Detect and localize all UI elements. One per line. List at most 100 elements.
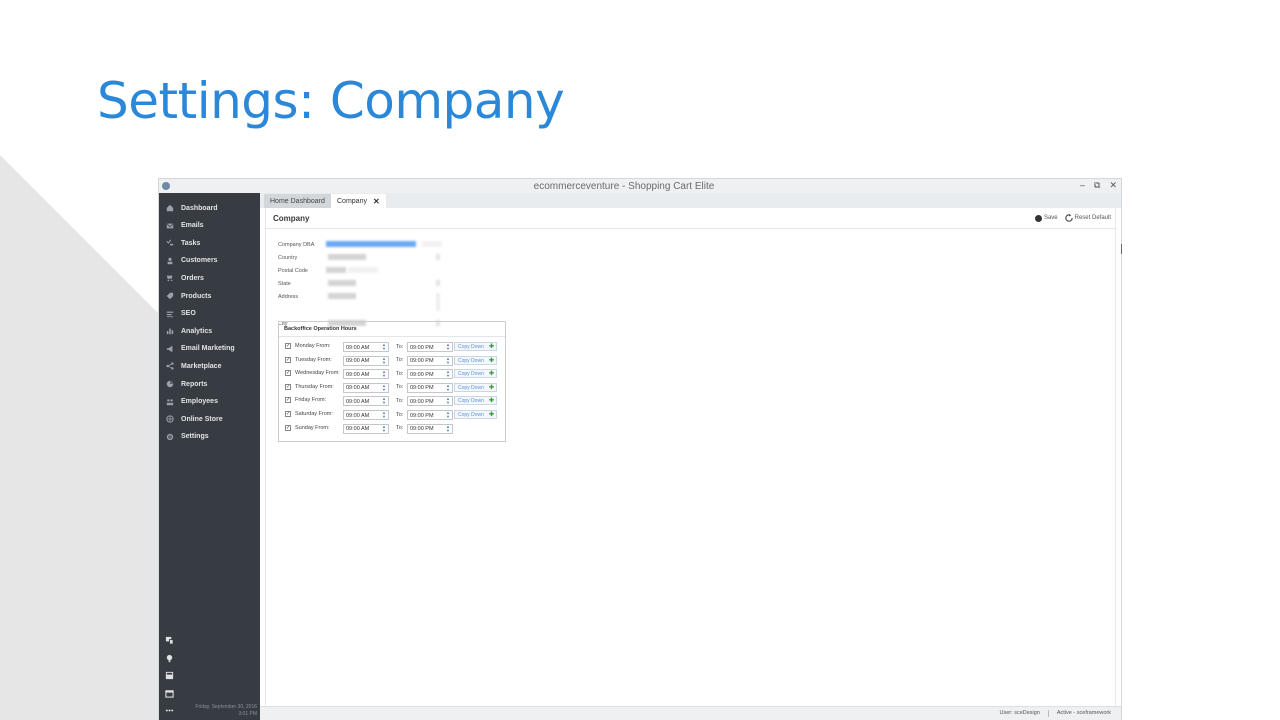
tab-home-dashboard[interactable]: Home Dashboard [264, 194, 331, 208]
spinner-icon[interactable]: ▲ ▼ [446, 424, 450, 433]
spinner-icon[interactable]: ▲ ▼ [446, 356, 450, 365]
restore-icon[interactable]: ⧉ [1094, 180, 1100, 191]
state-select[interactable] [326, 279, 442, 288]
company-dba-field[interactable] [326, 240, 442, 249]
address-field[interactable] [326, 292, 442, 320]
sidebar-item-tasks[interactable]: Tasks [165, 236, 257, 250]
to-label: To: [396, 397, 404, 404]
tab-label: Company [337, 197, 367, 205]
copy-down-button[interactable]: Copy Down ✚ [454, 410, 497, 419]
sidebar-item-customers[interactable]: Customers [165, 254, 257, 268]
calendar-icon[interactable] [165, 689, 174, 698]
to-time-value: 09:00 PM [410, 398, 434, 405]
from-time-input[interactable]: 09:00 AM ▲ ▼ [343, 382, 389, 393]
close-window-icon[interactable]: ✕ [1109, 180, 1117, 191]
sidebar-item-analytics[interactable]: Analytics [165, 324, 257, 338]
company-dba-label: Company DBA [278, 242, 315, 248]
sidebar-item-label: Analytics [181, 327, 213, 335]
sidebar-item-label: Online Store [181, 415, 223, 423]
from-time-input[interactable]: 09:00 AM ▲ ▼ [343, 342, 389, 352]
sidebar-item-email-marketing[interactable]: Email Marketing [165, 342, 257, 356]
day-checkbox[interactable]: ✓ [285, 370, 291, 377]
copy-down-button[interactable]: Copy Down ✚ [454, 382, 497, 392]
spinner-icon[interactable]: ▲ ▼ [446, 343, 450, 351]
main-content: Company Save Reset Default Company DBA C… [265, 208, 1117, 706]
operation-hours-title: Backoffice Operation Hours [284, 326, 357, 332]
spinner-icon[interactable]: ▲ ▼ [382, 397, 386, 405]
spinner-icon[interactable]: ▲ ▼ [446, 411, 450, 419]
day-label: Sunday From: [295, 424, 330, 431]
postal-code-label: Postal Code [278, 268, 308, 274]
from-time-input[interactable]: 09:00 AM ▲ ▼ [343, 396, 389, 407]
postal-code-field[interactable] [326, 266, 442, 275]
sidebar-item-employees[interactable]: Employees [165, 395, 257, 409]
hours-row: ✓ Sunday From: 09:00 AM ▲ ▼ To: 09:00 PM ▲ ▼ [285, 423, 503, 434]
to-time-input[interactable]: 09:00 PM ▲ ▼ [407, 423, 453, 434]
from-time-input[interactable]: 09:00 AM ▲ ▼ [343, 410, 389, 420]
from-time-input[interactable]: 09:00 AM ▲ ▼ [343, 423, 389, 434]
country-label: Country [278, 255, 298, 261]
to-time-value: 09:00 PM [410, 426, 434, 433]
tab-company[interactable]: Company ✕ [331, 194, 386, 208]
close-icon[interactable]: ✕ [373, 197, 380, 206]
day-checkbox[interactable]: ✓ [285, 424, 291, 431]
save-button[interactable]: Save [1034, 214, 1058, 222]
from-time-value: 09:00 AM [346, 412, 370, 419]
calculator-icon[interactable] [165, 671, 174, 680]
more-icon[interactable] [165, 706, 174, 715]
bar-chart-icon [165, 327, 174, 336]
copy-down-button[interactable]: Copy Down ✚ [454, 396, 497, 406]
to-time-input[interactable]: 09:00 PM ▲ ▼ [407, 410, 453, 420]
sidebar-item-emails[interactable]: Emails [165, 219, 257, 233]
sidebar-item-marketplace[interactable]: Marketplace [165, 359, 257, 373]
day-checkbox[interactable]: ✓ [285, 383, 291, 390]
from-time-input[interactable]: 09:00 AM ▲ ▼ [343, 355, 389, 366]
to-time-input[interactable]: 09:00 PM ▲ ▼ [407, 342, 453, 352]
sidebar-item-label: Employees [181, 398, 218, 406]
spinner-icon[interactable]: ▲ ▼ [446, 397, 450, 405]
to-time-value: 09:00 PM [410, 371, 434, 378]
to-time-input[interactable]: 09:00 PM ▲ ▼ [407, 355, 453, 366]
sidebar-item-products[interactable]: Products [165, 289, 257, 303]
sidebar-item-settings[interactable]: Settings [165, 430, 257, 444]
sidebar-item-orders[interactable]: Orders [165, 271, 257, 285]
spinner-icon[interactable]: ▲ ▼ [382, 356, 386, 365]
copy-down-button[interactable]: Copy Down ✚ [454, 369, 497, 379]
tasks-icon [165, 239, 174, 248]
day-checkbox[interactable]: ✓ [285, 411, 291, 417]
status-bar: User: sceDesign Active - sceframework [260, 706, 1121, 720]
copy-down-button[interactable]: Copy Down ✚ [454, 355, 497, 365]
reset-label: Reset Default [1074, 215, 1111, 221]
reset-default-button[interactable]: Reset Default [1064, 214, 1111, 222]
from-time-input[interactable]: 09:00 AM ▲ ▼ [343, 369, 389, 380]
to-time-input[interactable]: 09:00 PM ▲ ▼ [407, 369, 453, 380]
spinner-icon[interactable]: ▲ ▼ [382, 424, 386, 433]
spinner-icon[interactable]: ▲ ▼ [382, 411, 386, 419]
day-checkbox[interactable]: ✓ [285, 343, 291, 349]
copy-down-button[interactable]: Copy Down ✚ [454, 342, 497, 351]
copy-down-label: Copy Down [458, 344, 484, 350]
sidebar-item-seo[interactable]: SEO [165, 307, 257, 321]
minimize-icon[interactable]: – [1080, 180, 1085, 191]
spinner-icon[interactable]: ▲ ▼ [382, 383, 386, 392]
country-select[interactable] [326, 253, 442, 262]
lightbulb-icon[interactable] [165, 654, 174, 663]
to-time-input[interactable]: 09:00 PM ▲ ▼ [407, 396, 453, 407]
spinner-icon[interactable]: ▲ ▼ [382, 370, 386, 378]
divider [1047, 710, 1049, 717]
to-time-input[interactable]: 09:00 PM ▲ ▼ [407, 382, 453, 393]
address-label: Address [278, 294, 299, 300]
sidebar-item-reports[interactable]: Reports [165, 377, 257, 391]
sidebar-item-dashboard[interactable]: Dashboard [165, 201, 257, 215]
day-checkbox[interactable]: ✓ [285, 397, 291, 404]
spinner-icon[interactable]: ▲ ▼ [446, 383, 450, 392]
from-time-value: 09:00 AM [346, 371, 370, 378]
spinner-icon[interactable]: ▲ ▼ [446, 370, 450, 378]
day-checkbox[interactable]: ✓ [285, 356, 291, 363]
megaphone-icon [165, 344, 174, 353]
sidebar-item-online-store[interactable]: Online Store [165, 412, 257, 426]
devices-icon[interactable] [165, 636, 174, 645]
sidebar-item-label: SEO [181, 310, 196, 318]
hours-row: ✓ Monday From: 09:00 AM ▲ ▼ To: 09:00 PM ▲ ▼ Copy… [285, 342, 503, 352]
spinner-icon[interactable]: ▲ ▼ [382, 343, 386, 351]
